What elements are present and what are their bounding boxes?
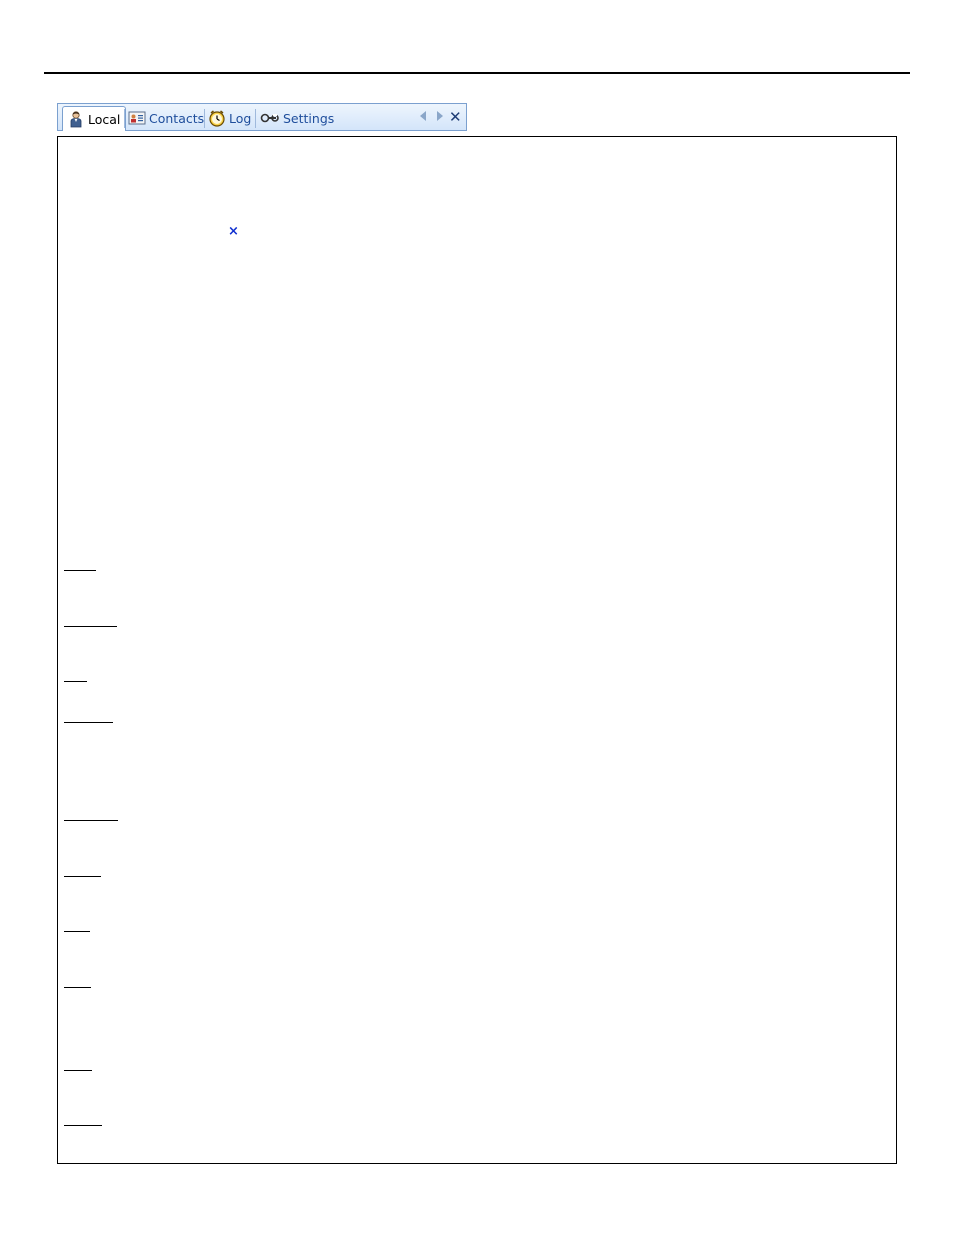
scroll-right-arrow-icon[interactable]: [437, 111, 443, 121]
tab-contacts-label: Contacts: [149, 110, 205, 126]
link-underline[interactable]: [64, 987, 91, 988]
tab-settings-label: Settings: [283, 110, 335, 126]
link-underline[interactable]: [64, 722, 113, 723]
person-icon: [67, 110, 85, 128]
link-underline[interactable]: [64, 931, 90, 932]
tab-separator: [204, 109, 205, 128]
link-underline[interactable]: [64, 1070, 92, 1071]
tab-bar: Local Contacts Log Settings ✕: [57, 103, 467, 131]
tab-separator: [255, 109, 256, 128]
tab-local[interactable]: Local: [62, 106, 127, 131]
link-underline[interactable]: [64, 681, 87, 682]
contacts-card-icon: [128, 109, 146, 127]
clock-icon: [208, 109, 226, 127]
link-underline[interactable]: [64, 626, 117, 627]
scroll-left-arrow-icon[interactable]: [420, 111, 426, 121]
x-marker-icon: ×: [228, 224, 239, 239]
tab-contacts[interactable]: Contacts: [128, 106, 204, 130]
tab-log-label: Log: [229, 110, 252, 126]
close-icon[interactable]: ✕: [449, 108, 462, 126]
tab-settings[interactable]: Settings: [260, 106, 334, 130]
link-underline[interactable]: [64, 1125, 102, 1126]
top-rule: [44, 72, 910, 74]
content-panel: [57, 136, 897, 1164]
tab-log[interactable]: Log: [208, 106, 251, 130]
link-underline[interactable]: [64, 570, 96, 571]
tools-icon: [260, 109, 280, 127]
link-underline[interactable]: [64, 820, 118, 821]
tab-separator: [124, 109, 125, 128]
link-underline[interactable]: [64, 876, 101, 877]
tab-local-label: Local: [88, 111, 121, 127]
